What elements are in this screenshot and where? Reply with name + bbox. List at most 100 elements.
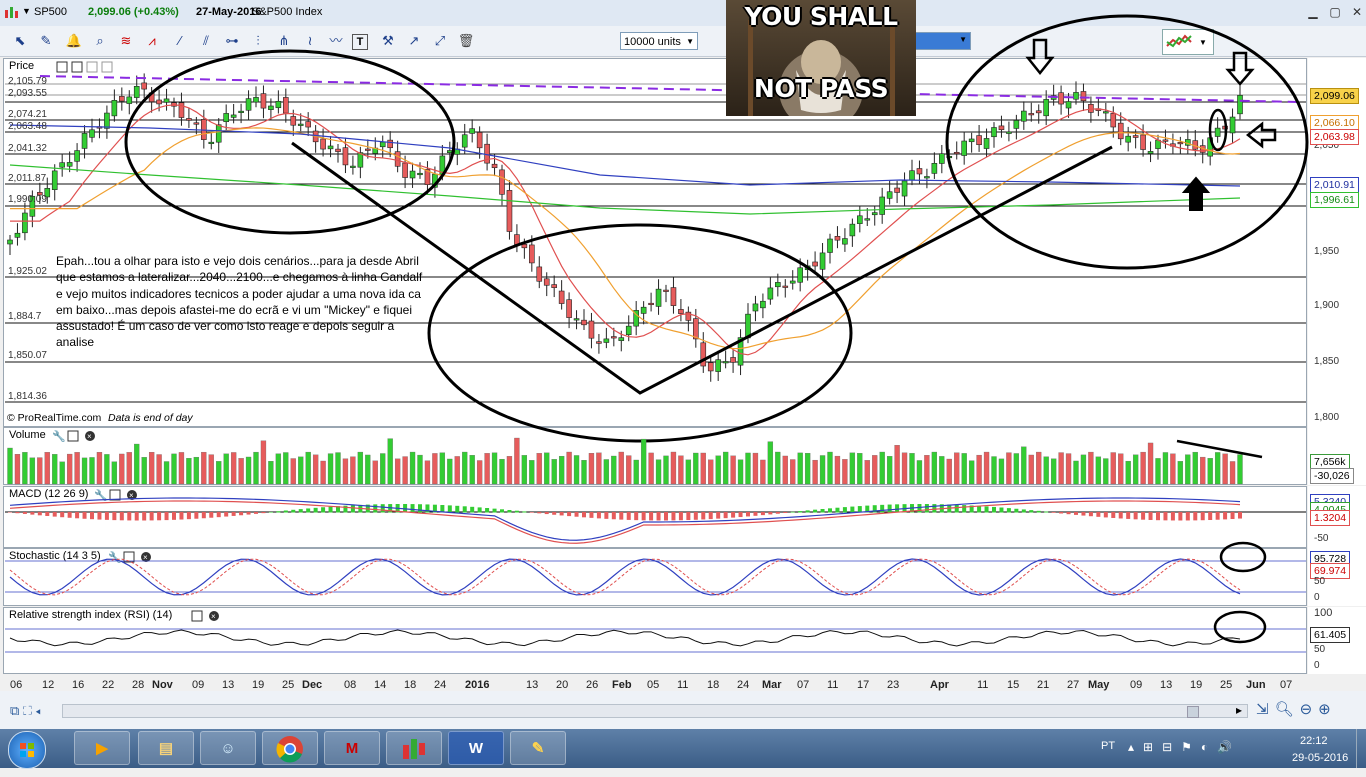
time-axis-label: May [1088,679,1110,691]
price-left-label: 1,884.7 [8,311,42,322]
line-icon[interactable]: ⁄ [170,31,190,51]
last-price-tag: 2,099.06 [1310,88,1359,104]
close-icon[interactable]: ✕ [1346,4,1366,20]
crosshair-icon[interactable]: ⊶ [222,31,242,51]
price-axis-tick: 1,850 [1314,356,1340,367]
time-axis-label: Mar [762,679,782,691]
svg-text:🔧: 🔧 [108,551,122,563]
time-axis-label: 13 [222,679,235,691]
svg-text:×: × [143,553,148,562]
maximize-icon[interactable]: ▢ [1324,4,1346,20]
layout-icons[interactable]: ⧉ ⛶ ◂ [10,703,41,719]
zoom-icon[interactable]: ⌕ [90,31,110,51]
time-axis-label: 07 [797,679,810,691]
chrome-browser-icon[interactable] [262,731,318,765]
time-axis-label: 13 [1160,679,1173,691]
zoom-controls[interactable]: ⇲🔍︎⊖⊕ [1256,700,1337,718]
price-left-label: 2,105.79 [8,76,47,87]
ma-red-tag: 2,063.98 [1310,129,1359,145]
macd-axis-tick: -50 [1314,533,1329,544]
word-icon[interactable]: W [448,731,504,765]
price-left-label: 2,074.21 [8,109,47,120]
vertical-line-icon[interactable]: ⫶ [248,31,268,51]
arc-icon[interactable]: ≀ [300,31,320,51]
app-chart-icon [4,5,20,22]
tray-icons[interactable]: ▴⊞⊟⚑◐🔊 [1128,740,1241,754]
tools-icon[interactable]: ⚒ [378,31,398,51]
svg-text:×: × [211,612,216,621]
wave-icon[interactable]: 〰 [326,31,346,51]
people-app-icon[interactable]: ☺ [200,731,256,765]
alarm-icon[interactable]: 🔔 [64,31,84,51]
scrollbar-thumb[interactable] [1187,706,1199,718]
time-axis-label: 25 [282,679,295,691]
rsi-axis-tick: 50 [1314,644,1326,655]
rsi-panel: Relative strength index (RSI) (14) × [3,607,1307,674]
time-axis-label: 14 [374,679,387,691]
file-explorer-icon[interactable]: ▤ [138,731,194,765]
time-axis-label: 23 [887,679,900,691]
time-axis-label: Dec [302,679,323,691]
paint-icon[interactable]: ✎ [510,731,566,765]
panel-buttons[interactable] [56,61,126,76]
svg-text:▼: ▼ [1199,38,1207,47]
time-axis-label: 24 [434,679,447,691]
time-axis-label: 16 [72,679,85,691]
link-icon[interactable]: ⤢ [430,31,450,51]
time-axis-label: 24 [737,679,750,691]
price-left-label: 1,814.36 [8,391,47,402]
time-axis-label: 05 [647,679,660,691]
panel-buttons[interactable]: 🔧 × [94,488,144,504]
chart-style-button[interactable]: ▼ [1162,29,1214,55]
start-orb[interactable] [8,731,46,769]
time-axis-label: 28 [132,679,145,691]
prorealtime-icon[interactable] [386,731,442,765]
price-axis-tick: 1,900 [1314,300,1340,311]
clock-date[interactable]: 29-05-2016 [1292,752,1348,764]
show-desktop-button[interactable] [1356,729,1366,768]
time-axis-label: 21 [1037,679,1050,691]
scroll-right-icon[interactable]: ▸ [1236,703,1242,717]
stochastic-panel: Stochastic (14 3 5) 🔧 × [3,548,1307,606]
panel-buttons[interactable]: × [190,610,226,625]
pitchfork-icon[interactable]: ⋔ [274,31,294,51]
time-axis-label: Jun [1246,679,1266,691]
panel-buttons[interactable]: 🔧 × [52,429,102,445]
units-select[interactable]: 10000 units ▼ [620,32,698,50]
time-axis-label: 11 [677,679,689,691]
text-icon[interactable]: T [352,34,368,50]
time-axis-label: 17 [857,679,870,691]
rsi-tag: 61.405 [1310,627,1351,643]
chart-scrollbar[interactable] [62,704,1248,718]
time-axis-label: Nov [152,679,173,691]
time-axis-label: Feb [612,679,632,691]
time-axis-label: 20 [556,679,569,691]
macd-bottom-tag: 1.3204 [1310,510,1351,526]
clock-time[interactable]: 22:12 [1300,735,1328,747]
video-app-icon[interactable]: ▶ [74,731,130,765]
cursor-icon[interactable]: ⬉ [10,31,30,51]
time-axis-label: 08 [344,679,357,691]
time-axis-label: 19 [252,679,265,691]
volume-bottom-tag: -30,026 [1310,468,1354,484]
price-left-label: 2,063.48 [8,121,47,132]
language-indicator[interactable]: PT [1101,740,1115,752]
trend-icon[interactable]: ⩘ [142,31,162,51]
mcafee-icon[interactable]: M [324,731,380,765]
panel-buttons[interactable]: 🔧 × [108,550,158,566]
annotation-note: Epah...tou a olhar para isto e vejo dois… [56,254,423,350]
rsi-axis-tick: 100 [1314,607,1333,619]
channel-icon[interactable]: ⫽ [196,31,216,51]
trash-icon[interactable]: 🗑 [456,31,476,51]
time-axis-label: 06 [10,679,23,691]
fibonacci-icon[interactable]: ≋ [116,31,136,51]
meme-text-top: YOU SHALL [744,2,898,31]
arrow-icon[interactable]: ↗ [404,31,424,51]
pencil-icon[interactable]: ✎ [36,31,56,51]
minimize-icon[interactable]: ▁ [1302,4,1324,20]
svg-text:🔧: 🔧 [94,489,108,501]
time-axis-label: 11 [977,679,989,691]
dropdown-arrow-icon[interactable]: ▼ [22,6,31,16]
time-axis-label: 2016 [465,679,490,691]
price-left-label: 1,990.09 [8,194,47,205]
